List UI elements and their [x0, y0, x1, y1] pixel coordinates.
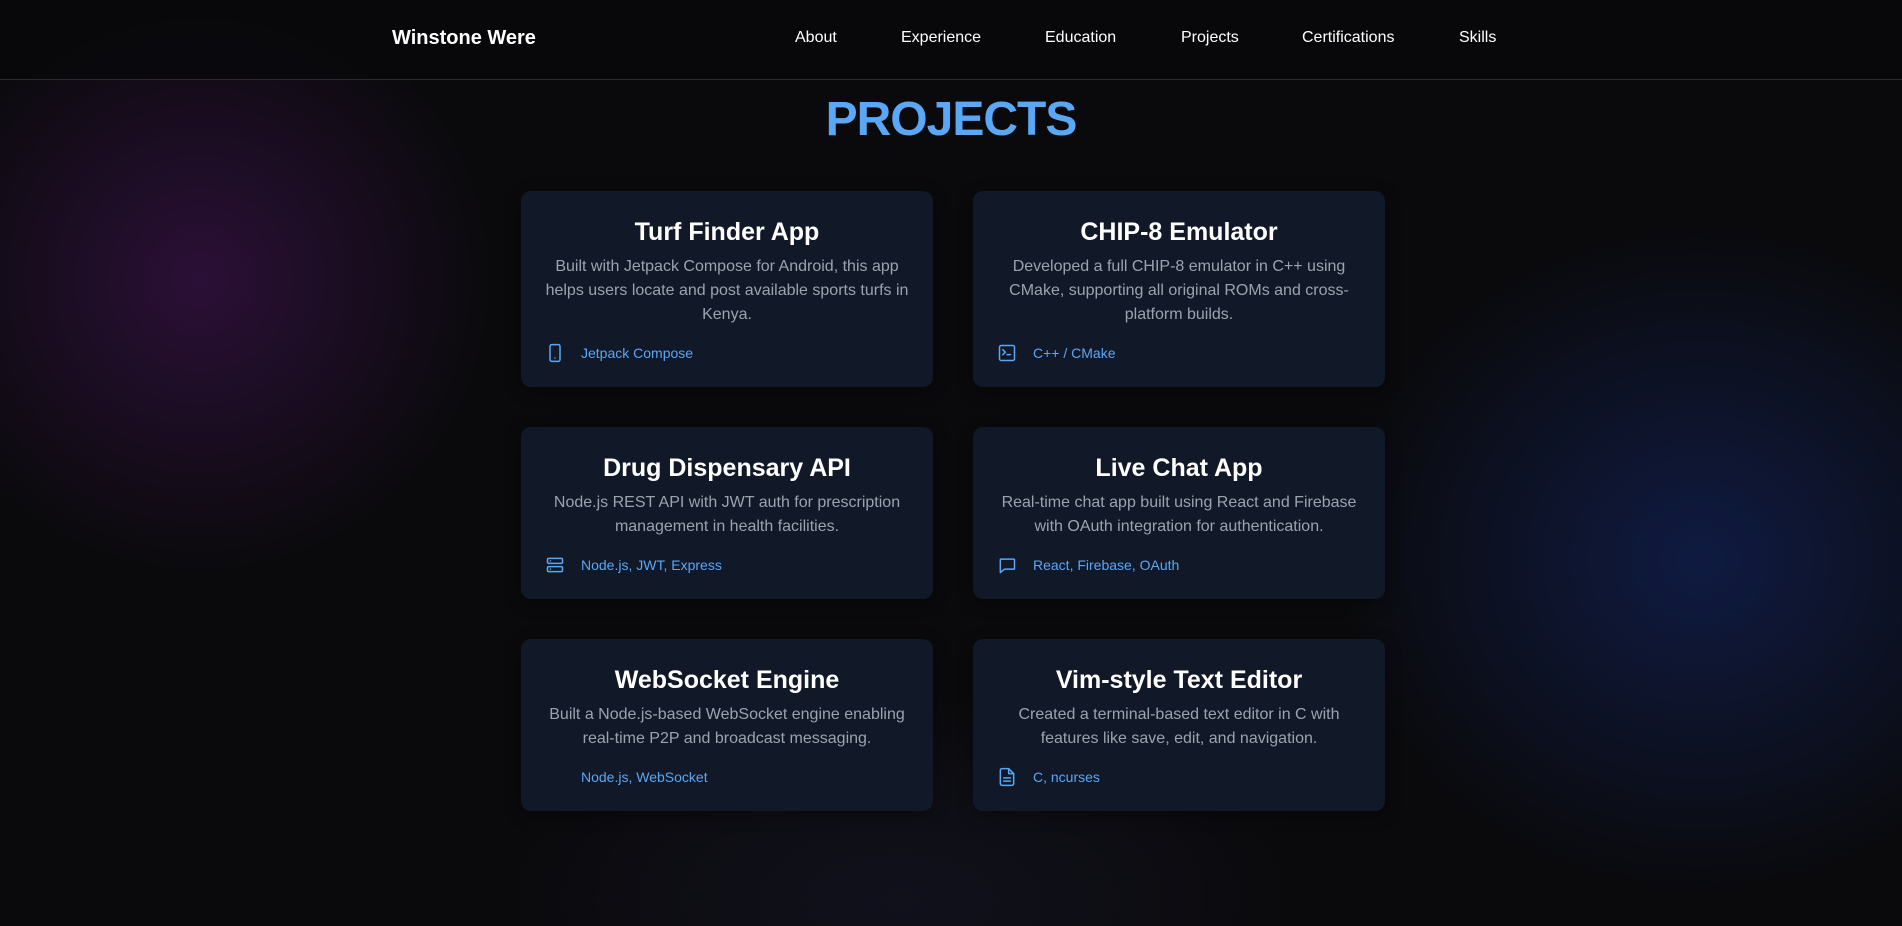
project-tech: React, Firebase, OAuth [1033, 557, 1180, 573]
terminal-icon [997, 343, 1017, 363]
nav-link-education[interactable]: Education [1045, 29, 1116, 47]
project-card-vim-editor[interactable]: Vim-style Text Editor Created a terminal… [973, 639, 1385, 811]
project-tech: C, ncurses [1033, 769, 1100, 785]
navbar: Winstone Were About Experience Education… [0, 0, 1902, 80]
project-tech-tag: C++ / CMake [997, 343, 1115, 363]
document-icon [997, 767, 1017, 787]
project-tech-tag: Jetpack Compose [545, 343, 693, 363]
project-tech: C++ / CMake [1033, 345, 1116, 361]
nav-link-skills[interactable]: Skills [1459, 29, 1496, 47]
project-description: Real-time chat app built using React and… [1001, 494, 1357, 535]
project-card-live-chat[interactable]: Live Chat App Real-time chat app built u… [973, 427, 1385, 599]
project-tech: Node.js, JWT, Express [581, 557, 722, 573]
nav-links: About Experience Education Projects Cert… [0, 29, 1902, 49]
project-title: Vim-style Text Editor [1055, 666, 1303, 694]
project-card-websocket-engine[interactable]: WebSocket Engine Built a Node.js-based W… [521, 639, 933, 811]
section-title: PROJECTS [825, 93, 1078, 146]
server-icon [545, 555, 565, 575]
project-description: Created a terminal-based text editor in … [1018, 706, 1340, 747]
project-tech-tag: React, Firebase, OAuth [997, 555, 1179, 575]
project-tech: Node.js, WebSocket [581, 769, 708, 785]
project-description: Built with Jetpack Compose for Android, … [545, 258, 909, 323]
project-card-drug-dispensary[interactable]: Drug Dispensary API Node.js REST API wit… [521, 427, 933, 599]
project-tech-tag: Node.js, JWT, Express [545, 555, 722, 575]
project-title: Live Chat App [1095, 454, 1263, 482]
project-title: Drug Dispensary API [603, 454, 851, 482]
project-title: Turf Finder App [634, 218, 820, 246]
nav-link-projects[interactable]: Projects [1181, 29, 1239, 47]
project-description: Developed a full CHIP-8 emulator in C++ … [1009, 258, 1349, 323]
chat-bubble-icon [997, 555, 1017, 575]
nav-link-about[interactable]: About [795, 29, 837, 47]
project-tech: Jetpack Compose [581, 345, 694, 361]
blank-icon [545, 767, 565, 787]
project-card-turf-finder[interactable]: Turf Finder App Built with Jetpack Compo… [521, 191, 933, 387]
project-card-chip8[interactable]: CHIP-8 Emulator Developed a full CHIP-8 … [973, 191, 1385, 387]
nav-link-certifications[interactable]: Certifications [1302, 29, 1394, 47]
project-tech-tag: Node.js, WebSocket [545, 767, 708, 787]
project-description: Built a Node.js-based WebSocket engine e… [549, 706, 905, 747]
project-title: CHIP-8 Emulator [1080, 218, 1278, 246]
project-tech-tag: C, ncurses [997, 767, 1100, 787]
project-description: Node.js REST API with JWT auth for presc… [553, 494, 901, 535]
project-title: WebSocket Engine [614, 666, 840, 694]
smartphone-icon [545, 343, 565, 363]
nav-link-experience[interactable]: Experience [901, 29, 981, 47]
